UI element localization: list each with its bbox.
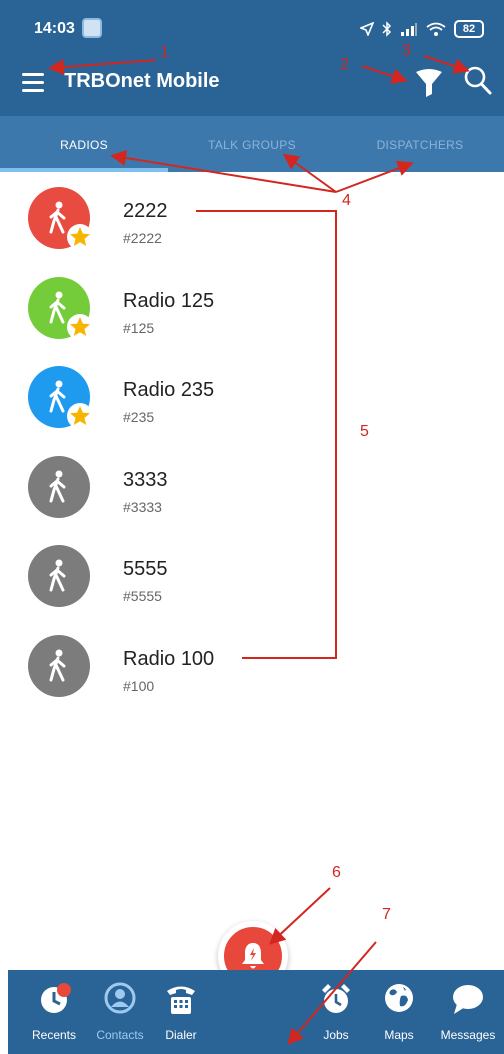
dialer-icon: [167, 986, 195, 1014]
nav-jobs-label: Jobs: [323, 1028, 349, 1042]
radio-id: #5555: [123, 588, 162, 604]
radio-list-item[interactable]: Radio 100 #100: [0, 620, 504, 708]
nav-recents-label: Recents: [31, 1028, 77, 1042]
battery-indicator: 82: [454, 20, 484, 38]
walking-person-icon: [49, 470, 66, 502]
nav-jobs[interactable]: Jobs: [316, 970, 356, 1054]
signal-icon: [401, 23, 417, 36]
contacts-icon: [104, 982, 136, 1014]
status-bar: 14:03 82: [0, 0, 504, 50]
favorite-badge: [67, 224, 93, 250]
search-icon: [464, 66, 492, 95]
nav-dialer-label: Dialer: [165, 1028, 197, 1042]
favorite-star-icon: [70, 227, 90, 246]
alarm-clock-icon: [322, 984, 350, 1013]
status-icons: 82: [360, 20, 484, 38]
radio-id: #2222: [123, 230, 162, 246]
radio-list-item[interactable]: Radio 235 #235: [0, 351, 504, 439]
radio-name: 2222: [123, 200, 168, 222]
nav-contacts-label: Contacts: [96, 1028, 144, 1042]
tab-bar: RADIOS TALK GROUPS DISPATCHERS: [0, 116, 504, 172]
search-button[interactable]: [462, 64, 494, 98]
nav-messages-label: Messages: [440, 1028, 496, 1042]
bluetooth-icon: [382, 21, 392, 37]
location-arrow-icon: [360, 22, 374, 36]
favorite-star-icon: [70, 406, 90, 425]
globe-icon: [385, 984, 413, 1012]
status-time: 14:03: [34, 20, 75, 37]
tab-talk-groups[interactable]: TALK GROUPS: [168, 116, 336, 172]
nav-maps[interactable]: Maps: [374, 970, 424, 1054]
radio-list-item[interactable]: Radio 125 #125: [0, 262, 504, 350]
radio-id: #100: [123, 677, 155, 694]
nav-dialer[interactable]: Dialer: [156, 970, 206, 1054]
radio-avatar: [28, 455, 90, 518]
app-title: TRBOnet Mobile: [64, 70, 220, 92]
radio-list-item[interactable]: 3333 #3333: [0, 441, 504, 529]
annotation-6: 6: [332, 864, 341, 881]
notification-app-icon: [82, 18, 102, 38]
favorite-star-icon: [70, 316, 90, 336]
nav-recents[interactable]: Recents: [24, 970, 84, 1054]
filter-icon: [416, 69, 442, 97]
radio-name: Radio 125: [123, 289, 215, 312]
nav-messages[interactable]: Messages: [434, 970, 502, 1054]
radio-name: Radio 100: [123, 647, 215, 670]
favorite-badge: [67, 403, 93, 429]
annotation-7: 7: [382, 906, 391, 923]
radio-avatar: [28, 545, 90, 607]
walking-person-icon: [49, 649, 66, 681]
tab-dispatchers[interactable]: DISPATCHERS: [336, 116, 504, 172]
nav-maps-label: Maps: [384, 1028, 414, 1042]
favorite-badge: [67, 313, 93, 340]
hamburger-line: [22, 81, 44, 84]
radio-name: 3333: [123, 468, 168, 491]
chat-bubble-icon: [453, 985, 483, 1014]
hamburger-menu-icon: [22, 73, 44, 76]
alarm-bell-icon: [242, 943, 264, 969]
walking-person-icon: [49, 559, 66, 592]
recents-icon: [41, 983, 71, 1013]
nav-contacts[interactable]: Contacts: [88, 970, 152, 1054]
radio-id: #235: [123, 409, 155, 425]
radio-list-item[interactable]: 2222 #2222: [0, 172, 504, 260]
tab-radios[interactable]: RADIOS: [0, 116, 168, 172]
bottom-navigation: Recents Contacts Dialer Jobs Maps Messag…: [8, 970, 504, 1054]
radio-name: Radio 235: [123, 379, 215, 401]
filter-button[interactable]: [414, 66, 444, 98]
radio-list-item[interactable]: 5555 #5555: [0, 530, 504, 618]
radio-avatar: [28, 634, 90, 697]
app-bar: TRBOnet Mobile: [0, 50, 504, 116]
menu-button[interactable]: [22, 68, 50, 98]
radio-id: #3333: [123, 498, 162, 515]
radio-name: 5555: [123, 558, 168, 580]
hamburger-line: [22, 89, 44, 92]
radio-id: #125: [123, 319, 155, 336]
wifi-icon: [426, 22, 446, 36]
